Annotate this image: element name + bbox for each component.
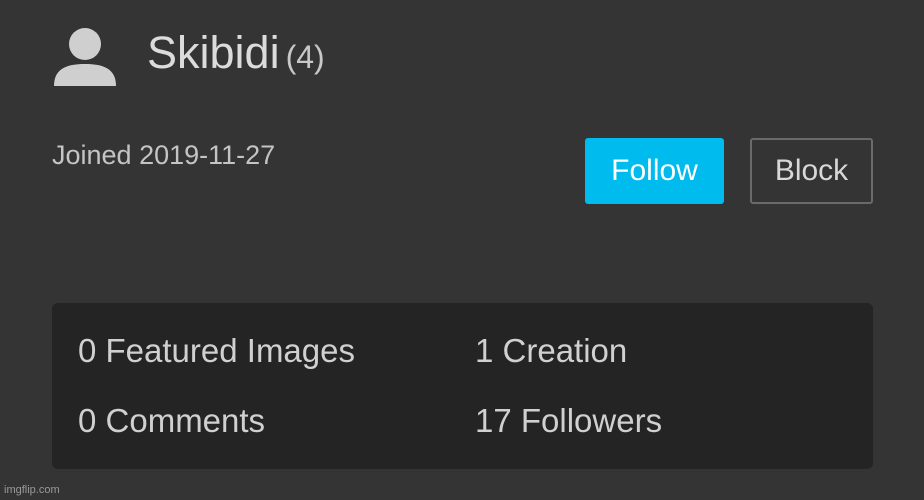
- user-points: (4): [285, 39, 325, 75]
- stat-comments[interactable]: 0 Comments: [78, 402, 265, 440]
- stat-featured-images[interactable]: 0 Featured Images: [78, 332, 355, 370]
- username-text: Skibidi: [147, 27, 280, 78]
- stat-creations[interactable]: 1 Creation: [475, 332, 627, 370]
- profile-username: Skibidi (4): [147, 27, 325, 83]
- follow-button[interactable]: Follow: [585, 138, 724, 204]
- avatar: [52, 26, 118, 86]
- watermark: imgflip.com: [4, 484, 60, 496]
- stat-followers[interactable]: 17 Followers: [475, 402, 662, 440]
- user-silhouette-icon: [54, 28, 116, 86]
- stats-panel: 0 Featured Images 1 Creation 0 Comments …: [52, 303, 873, 469]
- joined-date: Joined 2019-11-27: [52, 140, 276, 170]
- block-button[interactable]: Block: [750, 138, 873, 204]
